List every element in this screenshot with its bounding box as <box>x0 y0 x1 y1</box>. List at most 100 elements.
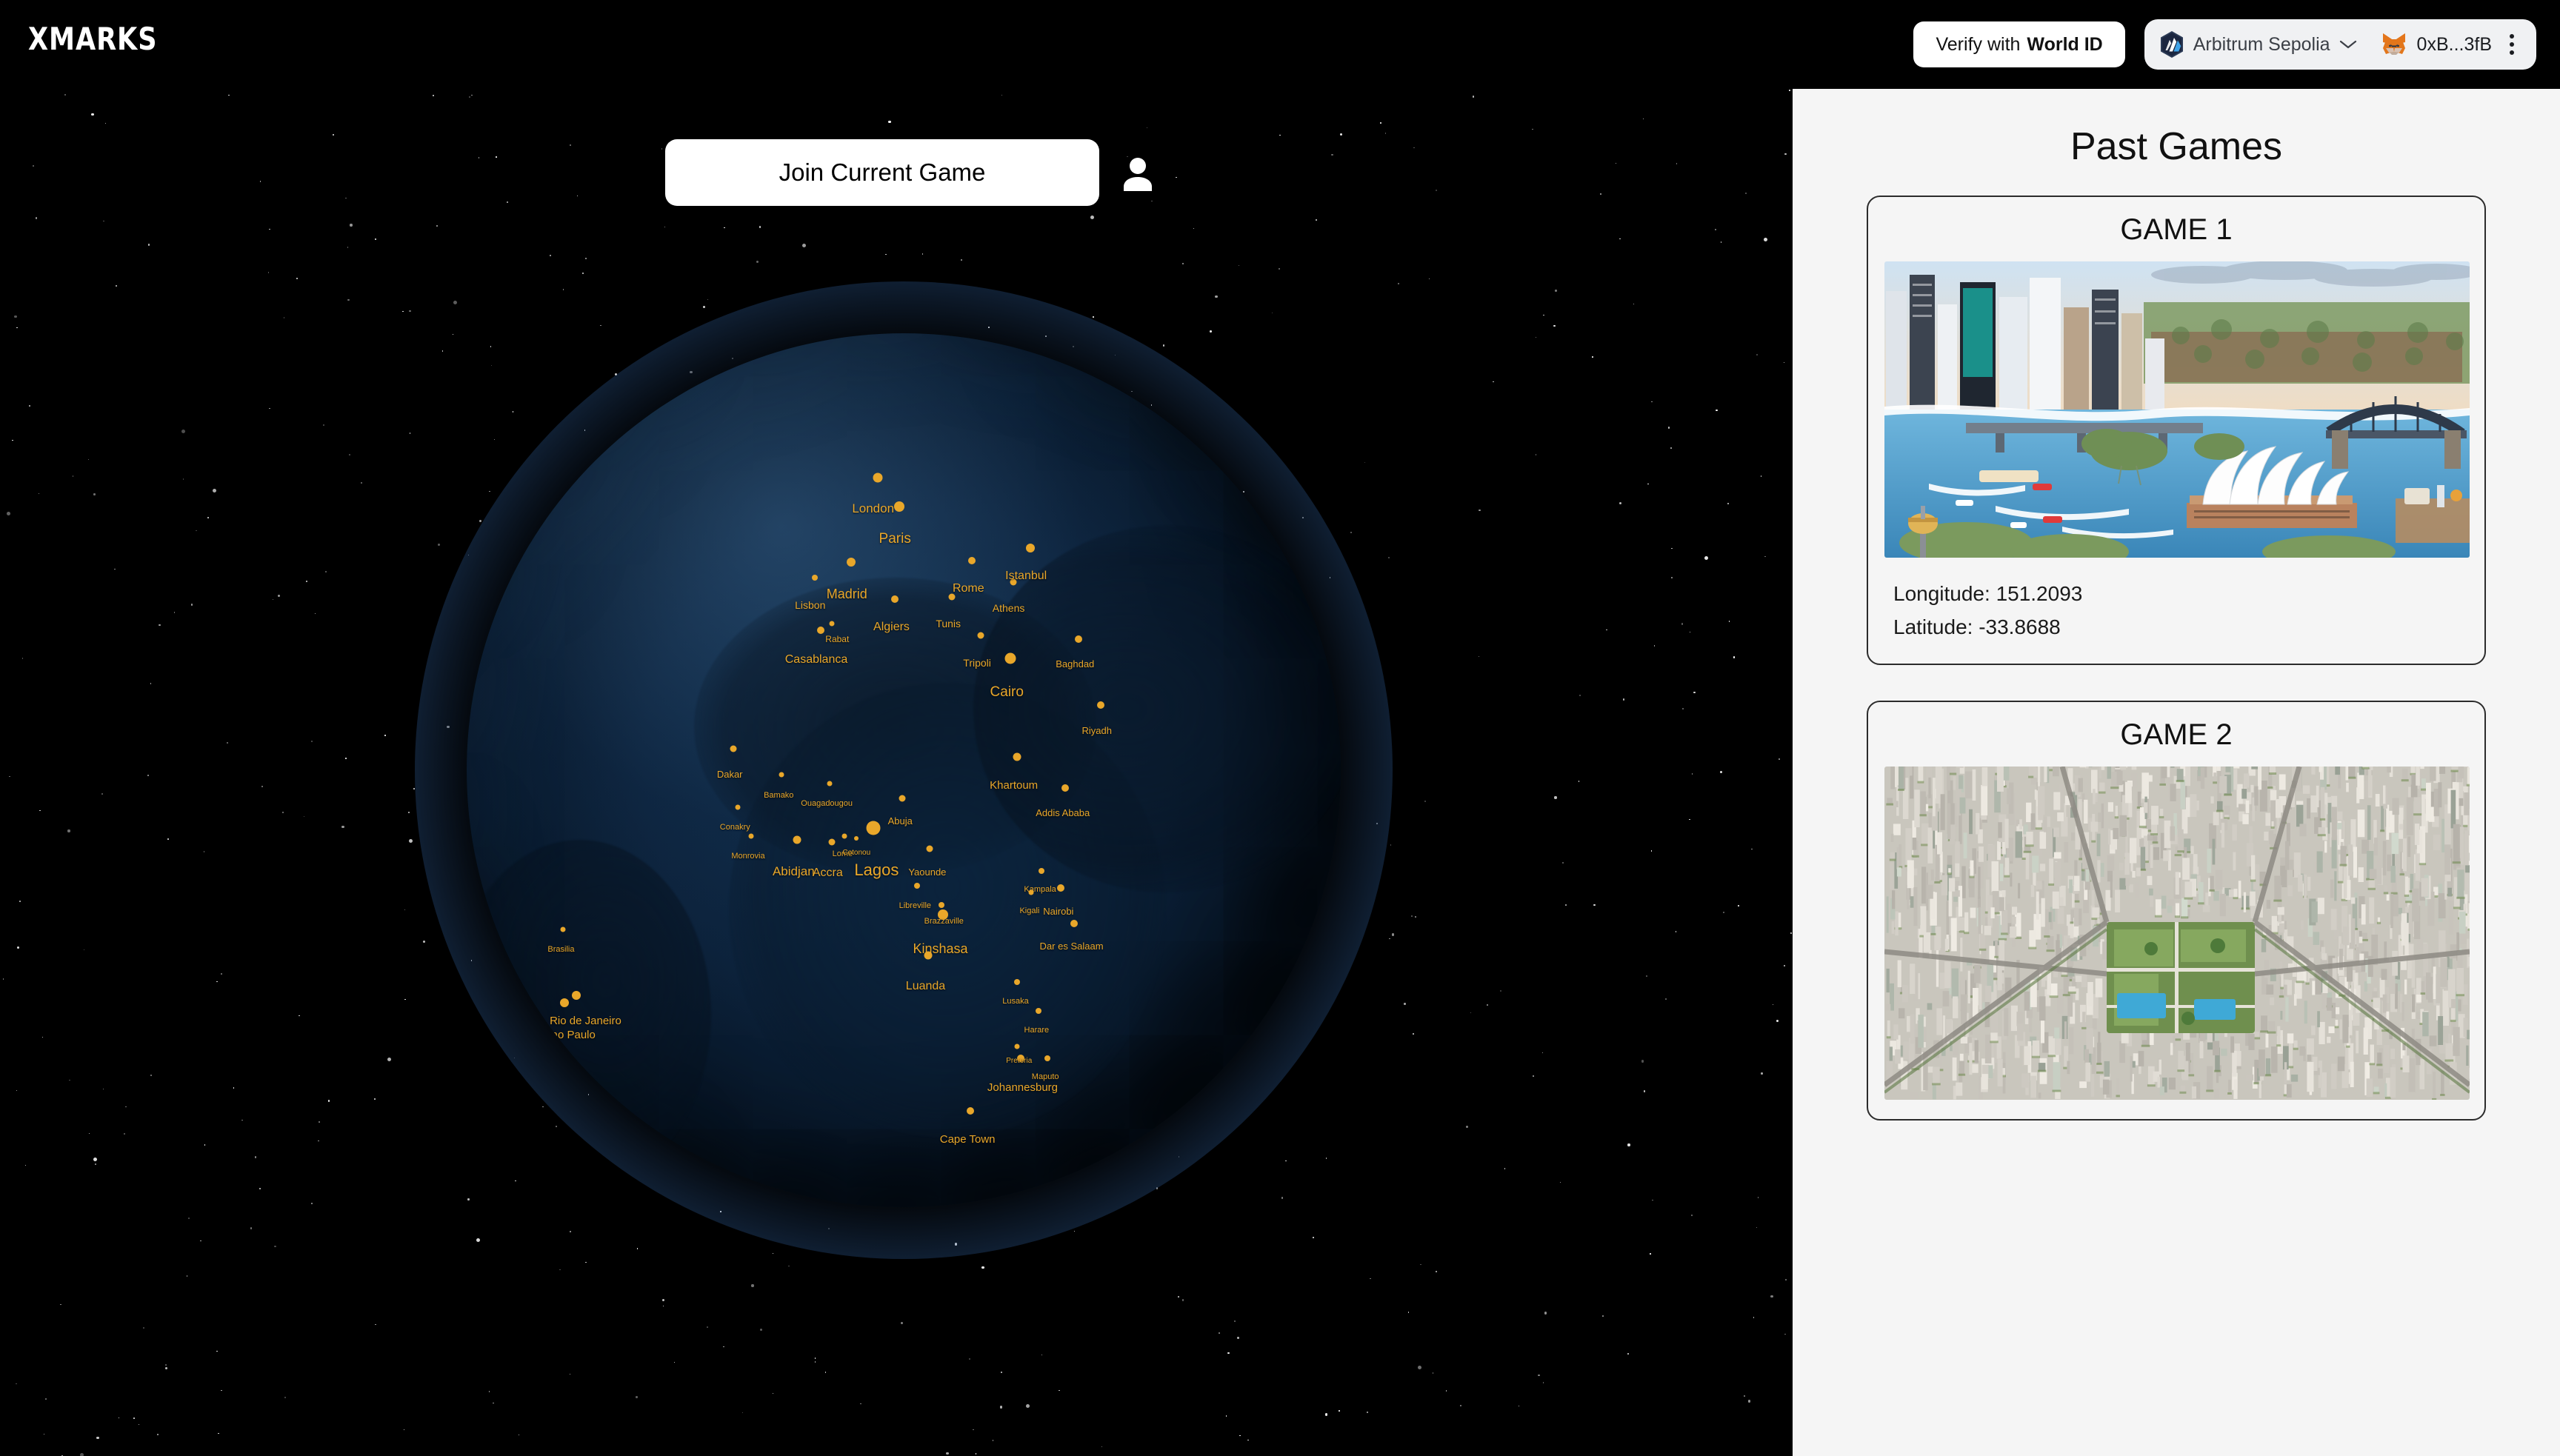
city-marker[interactable] <box>938 901 944 908</box>
city-marker[interactable] <box>828 838 836 846</box>
star <box>559 1269 561 1271</box>
city-marker[interactable] <box>1070 919 1079 927</box>
star <box>999 1406 1003 1409</box>
star <box>1650 850 1653 852</box>
city-marker[interactable] <box>560 926 566 932</box>
past-games-panel[interactable]: Past Games GAME 1 Longitude: 151.2093 La… <box>1793 89 2560 1456</box>
star <box>1435 1271 1437 1273</box>
star <box>1761 1072 1763 1075</box>
city-marker[interactable] <box>1075 635 1082 643</box>
kebab-dot <box>2510 42 2514 47</box>
worldid-strong-label: World ID <box>2027 33 2103 55</box>
star <box>1542 1382 1544 1383</box>
star <box>824 1372 827 1373</box>
city-marker[interactable] <box>1057 884 1065 892</box>
city-marker[interactable] <box>1014 1043 1020 1049</box>
city-marker[interactable] <box>571 991 581 1001</box>
game-card[interactable]: GAME 1 Longitude: 151.2093 Latitude: -33… <box>1867 196 2486 665</box>
star <box>303 815 305 818</box>
game-coordinates: Longitude: 151.2093 Latitude: -33.8688 <box>1884 577 2468 644</box>
city-marker[interactable] <box>854 836 859 841</box>
join-current-game-button[interactable]: Join Current Game <box>665 139 1099 206</box>
city-marker[interactable] <box>1014 978 1021 985</box>
star <box>64 93 67 96</box>
city-marker[interactable] <box>1039 867 1045 874</box>
city-marker[interactable] <box>899 795 906 802</box>
star <box>221 1389 222 1392</box>
star <box>636 1396 638 1398</box>
star <box>181 429 185 433</box>
city-marker[interactable] <box>829 621 835 627</box>
star <box>1239 1435 1241 1437</box>
star <box>788 1265 790 1267</box>
city-marker[interactable] <box>968 556 976 564</box>
sydney-collage-image[interactable] <box>1884 261 2470 558</box>
star <box>83 949 85 951</box>
star <box>1470 1012 1472 1014</box>
city-marker[interactable] <box>924 951 933 960</box>
star <box>72 475 74 477</box>
city-marker[interactable] <box>926 845 933 852</box>
city-label: Pretoria <box>1006 1057 1033 1066</box>
city-marker[interactable] <box>847 558 856 567</box>
city-marker[interactable] <box>841 833 847 838</box>
city-marker[interactable] <box>730 745 737 752</box>
star <box>1313 1237 1314 1238</box>
star <box>1279 134 1281 136</box>
city-label: Harare <box>1024 1025 1050 1035</box>
city-marker[interactable] <box>866 821 881 835</box>
star <box>16 1089 18 1092</box>
star <box>387 1057 391 1061</box>
city-marker[interactable] <box>560 998 570 1007</box>
city-marker[interactable] <box>1044 1055 1050 1062</box>
dense-cityscape-aerial-image[interactable] <box>1884 766 2470 1100</box>
city-marker[interactable] <box>891 595 899 603</box>
city-marker[interactable] <box>811 575 818 581</box>
city-marker[interactable] <box>1026 544 1036 553</box>
globe-container[interactable]: London Paris Madrid Lisbon Rome Algiers Tunis C… <box>415 281 1393 1259</box>
city-marker[interactable] <box>948 593 956 601</box>
city-label: Accra <box>812 866 843 879</box>
person-icon[interactable] <box>1119 153 1157 192</box>
xmarks-logo[interactable]: XMARKS <box>28 22 167 56</box>
city-marker[interactable] <box>735 804 741 810</box>
star <box>661 1299 664 1302</box>
city-marker[interactable] <box>793 835 801 844</box>
star <box>1233 1320 1236 1323</box>
city-marker[interactable] <box>1035 1007 1041 1014</box>
city-marker[interactable] <box>1028 889 1034 895</box>
game-card[interactable]: GAME 2 <box>1867 700 2486 1121</box>
city-marker[interactable] <box>873 472 883 483</box>
network-selector[interactable]: Arbitrum Sepolia <box>2159 30 2357 59</box>
city-marker[interactable] <box>816 627 824 635</box>
city-marker[interactable] <box>1061 784 1070 792</box>
city-marker[interactable] <box>977 632 984 639</box>
star <box>1789 90 1790 91</box>
star <box>1389 938 1390 940</box>
star <box>1041 1354 1043 1356</box>
earth-night-globe-icon[interactable]: London Paris Madrid Lisbon Rome Algiers Tunis C… <box>467 333 1341 1207</box>
star <box>404 909 406 911</box>
city-label: Cairo <box>990 684 1024 701</box>
star <box>93 493 96 495</box>
city-label: Abuja <box>887 815 913 827</box>
star <box>16 946 20 949</box>
city-marker[interactable] <box>779 772 784 778</box>
city-marker[interactable] <box>827 781 833 787</box>
city-marker[interactable] <box>894 501 905 512</box>
verify-with-world-id-button[interactable]: Verify with World ID <box>1913 21 2125 67</box>
star <box>885 253 887 256</box>
account-address-chip[interactable]: 0xB...3fB <box>2381 32 2492 57</box>
city-marker[interactable] <box>913 882 920 889</box>
globe-map-area[interactable]: London Paris Madrid Lisbon Rome Algiers Tunis C… <box>0 89 1793 1456</box>
star <box>409 838 413 843</box>
star <box>1779 758 1780 760</box>
city-marker[interactable] <box>1096 701 1104 709</box>
kebab-menu-icon[interactable] <box>2504 30 2520 59</box>
city-marker[interactable] <box>1004 652 1016 664</box>
city-marker[interactable] <box>748 833 753 838</box>
city-marker[interactable] <box>966 1107 974 1115</box>
city-marker[interactable] <box>1013 752 1021 761</box>
star <box>1380 122 1381 124</box>
city-label: Tunis <box>936 617 961 630</box>
